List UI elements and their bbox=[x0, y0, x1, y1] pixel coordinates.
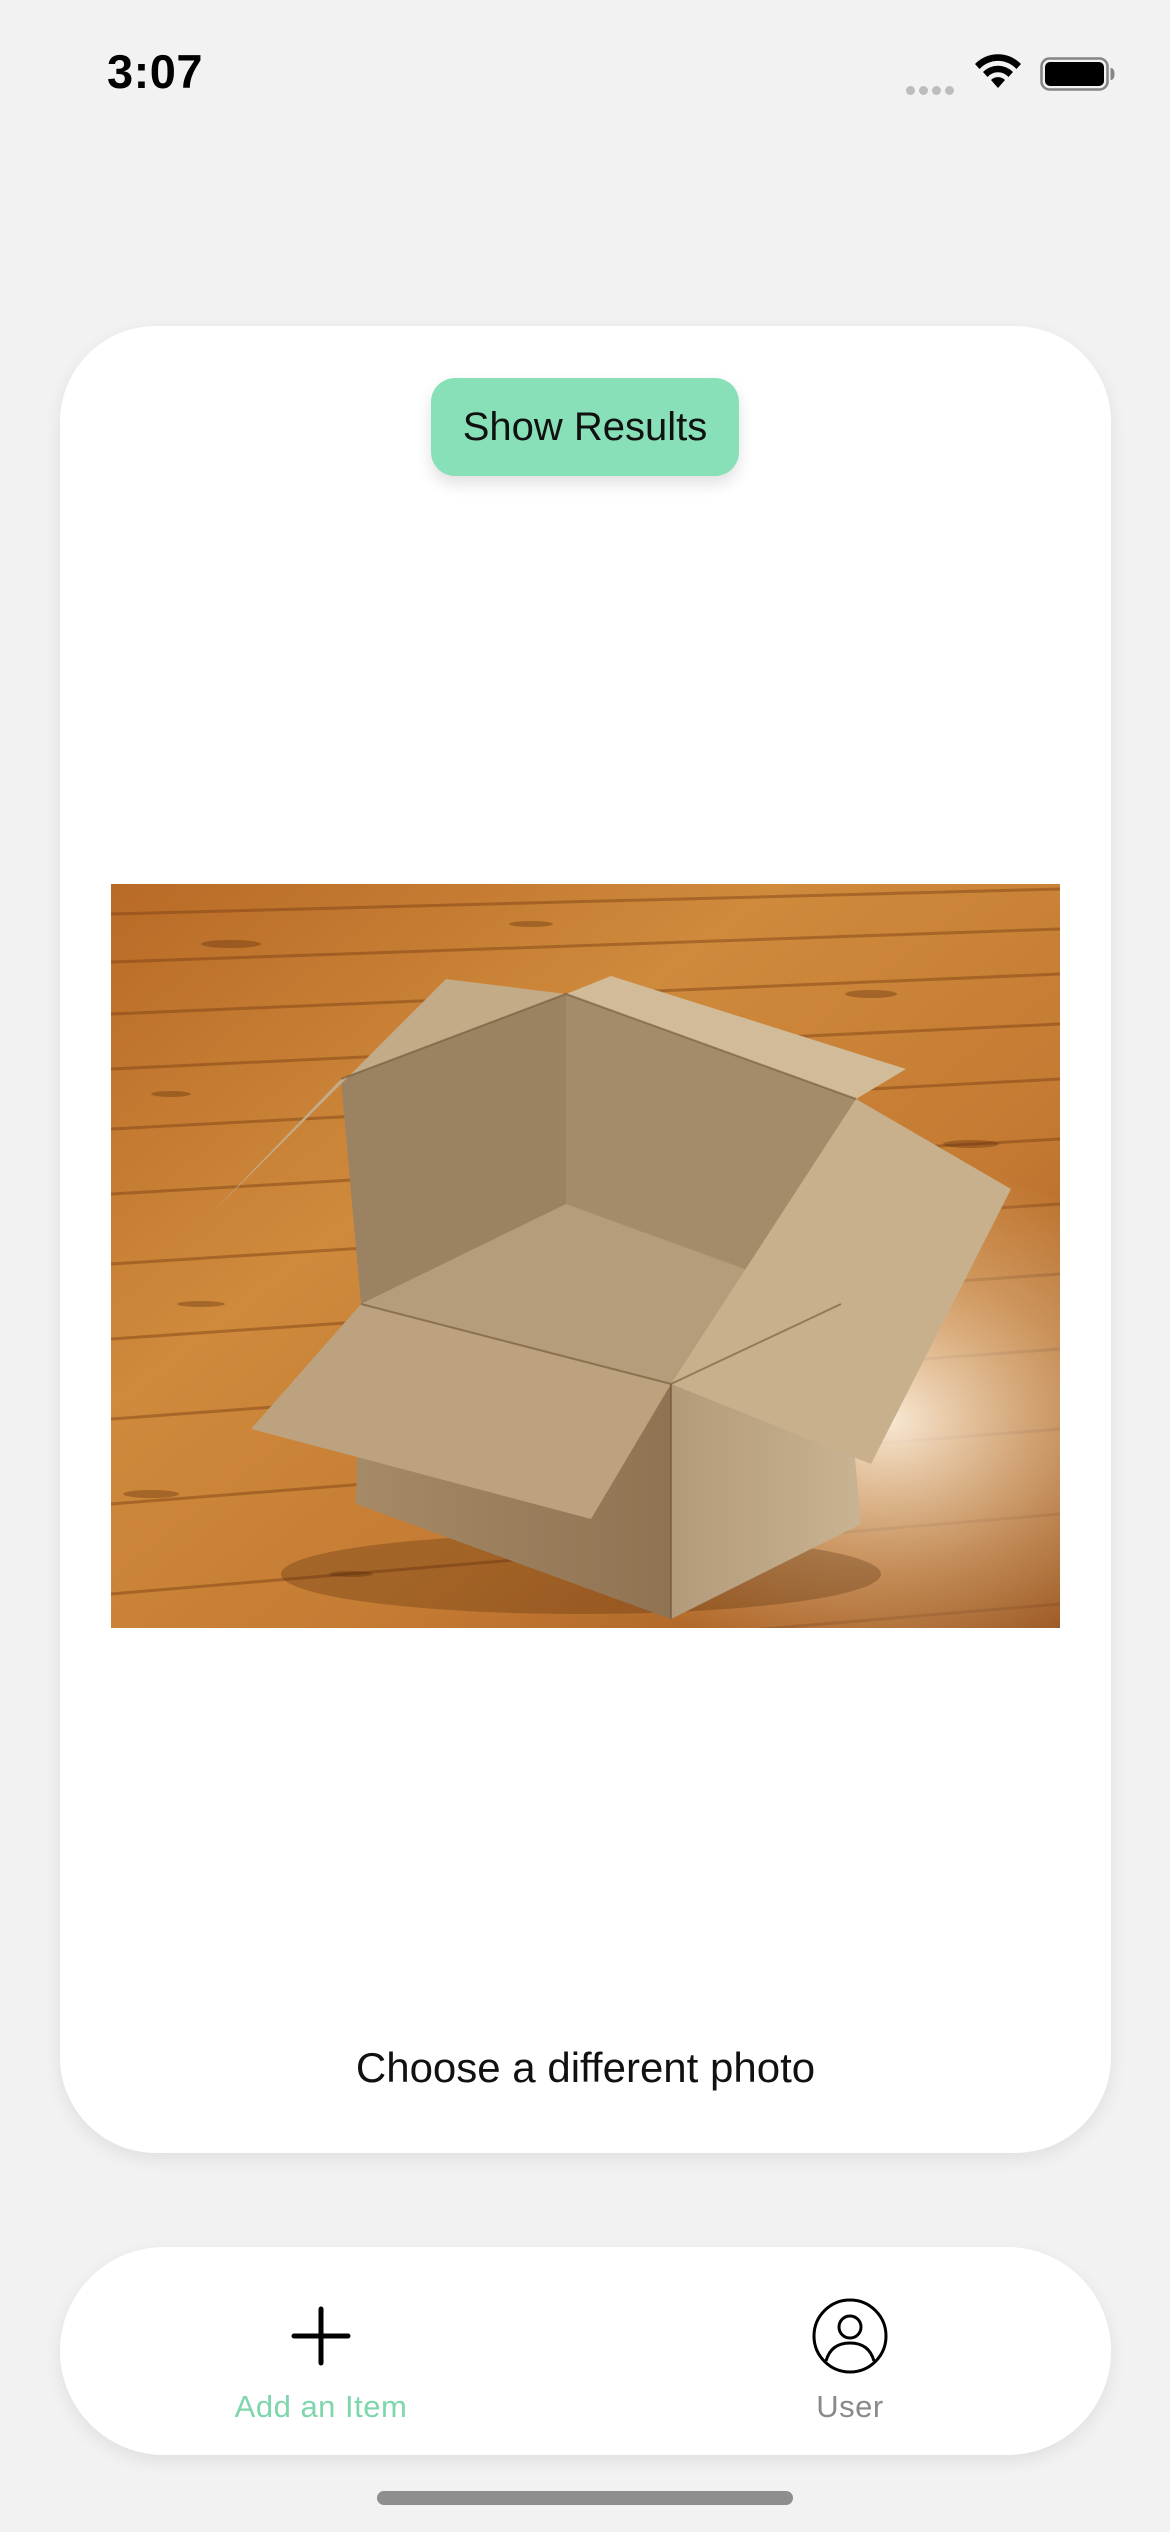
item-photo bbox=[111, 884, 1060, 1628]
status-time: 3:07 bbox=[107, 45, 204, 98]
home-indicator[interactable] bbox=[377, 2491, 793, 2505]
status-bar: 3:07 bbox=[0, 0, 1170, 150]
cardboard-box-image bbox=[111, 884, 1060, 1628]
wifi-icon bbox=[974, 52, 1022, 92]
tab-user[interactable]: User bbox=[700, 2247, 1000, 2455]
tab-add-item-label: Add an Item bbox=[234, 2389, 408, 2424]
tab-bar: Add an Item User bbox=[60, 2247, 1111, 2455]
user-circle-icon bbox=[811, 2297, 889, 2375]
choose-different-photo-button[interactable]: Choose a different photo bbox=[60, 2044, 1111, 2092]
tab-add-item[interactable]: Add an Item bbox=[171, 2247, 471, 2455]
signal-dots-icon bbox=[906, 82, 960, 95]
photo-card: Show Results Choose a different photo bbox=[60, 326, 1111, 2153]
tab-user-label: User bbox=[816, 2389, 884, 2424]
show-results-button[interactable]: Show Results bbox=[431, 378, 739, 476]
battery-icon bbox=[1040, 57, 1116, 91]
plus-icon bbox=[282, 2297, 360, 2375]
